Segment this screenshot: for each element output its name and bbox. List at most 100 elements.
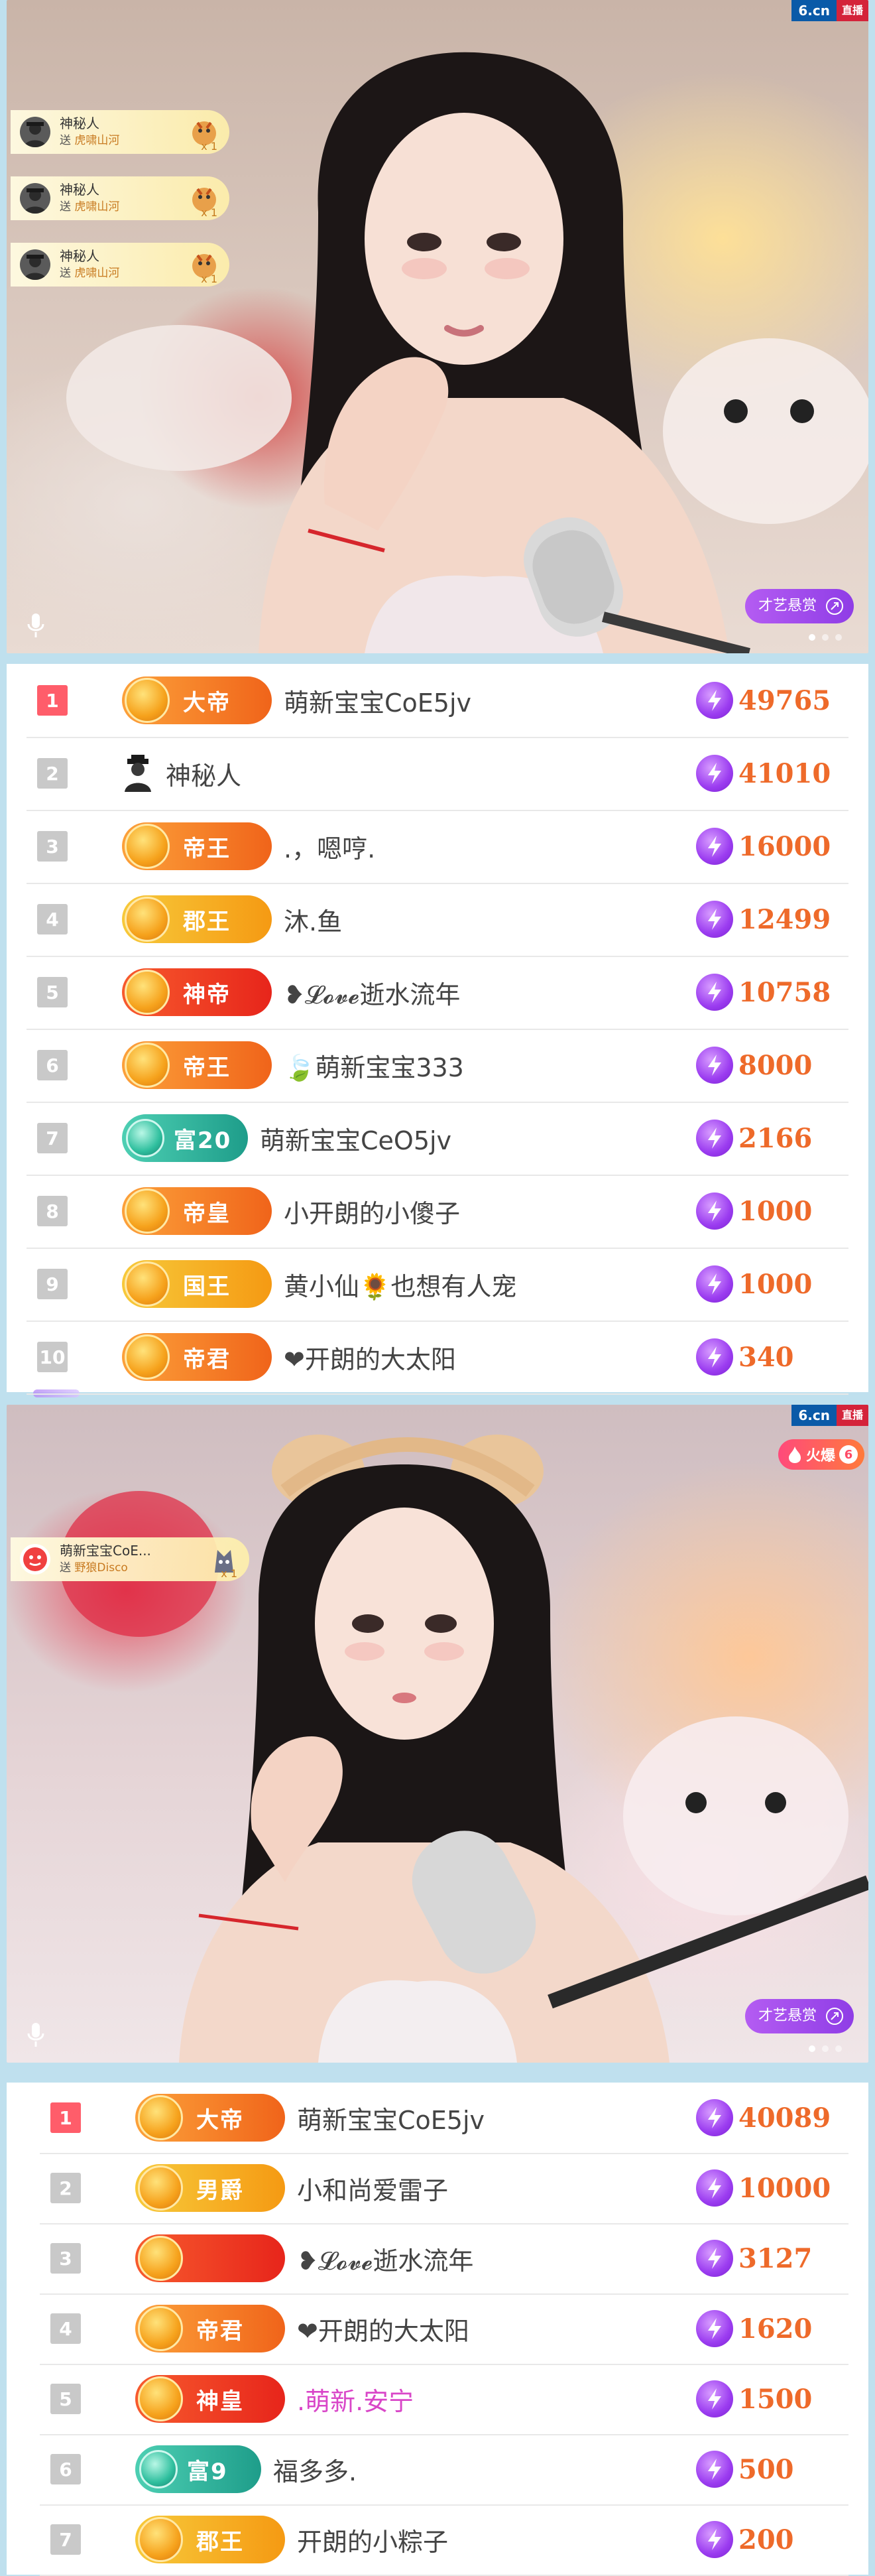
user-name[interactable]: 神秘人 bbox=[166, 755, 696, 792]
contribution-score: 2166 bbox=[696, 1120, 848, 1157]
gift-sender: 萌新宝宝CoE... bbox=[60, 1543, 151, 1559]
lightning-icon bbox=[696, 1047, 733, 1084]
score-value: 40089 bbox=[738, 2102, 831, 2134]
lightning-icon bbox=[696, 1338, 733, 1376]
ranking-row[interactable]: 6 富9 福多多. 500 bbox=[40, 2434, 848, 2506]
ranking-row[interactable]: 2 男爵 小和尚爱雷子 10000 bbox=[40, 2153, 848, 2224]
noble-title-badge: 神皇 bbox=[135, 2375, 285, 2423]
ranking-row[interactable]: 7 富20 萌新宝宝CeO5jv 2166 bbox=[27, 1102, 848, 1176]
carousel-dot[interactable] bbox=[835, 2045, 842, 2052]
user-name[interactable]: 沐.鱼 bbox=[284, 901, 696, 938]
ranking-row[interactable]: 2 神秘人 41010 bbox=[27, 737, 848, 811]
user-name[interactable]: 小开朗的小傻子 bbox=[284, 1193, 696, 1230]
user-name[interactable]: 黄小仙🌻也想有人宠 bbox=[284, 1266, 696, 1303]
noble-title-label: 国王 bbox=[183, 1273, 231, 1300]
rank-emblem-icon bbox=[138, 2165, 183, 2211]
score-value: 1000 bbox=[738, 1195, 813, 1227]
microphone-icon[interactable] bbox=[25, 2022, 46, 2048]
gift-action: 送 bbox=[60, 1561, 71, 1575]
logo-tag: 直播 bbox=[836, 0, 868, 21]
stream-video-1[interactable]: 6.cn 直播 神秘人 送 虎啸山河 x 1 神秘人 送 虎啸山河 x 1 神秘… bbox=[7, 0, 868, 653]
noble-title-badge: 富20 bbox=[122, 1114, 248, 1162]
score-value: 10000 bbox=[738, 2172, 831, 2204]
user-avatar-icon bbox=[20, 1544, 50, 1575]
lightning-icon bbox=[696, 2380, 733, 2417]
carousel-dot[interactable] bbox=[822, 2045, 829, 2052]
rank-number: 7 bbox=[50, 2524, 81, 2555]
ranking-row[interactable]: 3 帝王 .，嗯哼. 16000 bbox=[27, 810, 848, 884]
ranking-row[interactable]: 4 帝君 ❤开朗的大太阳 1620 bbox=[40, 2293, 848, 2365]
carousel-dot[interactable] bbox=[809, 634, 815, 641]
noble-title-label: 男爵 bbox=[196, 2177, 244, 2204]
ranking-row[interactable]: 8 帝皇 小开朗的小傻子 1000 bbox=[27, 1175, 848, 1249]
gift-name: 虎啸山河 bbox=[74, 267, 120, 280]
user-name[interactable]: .，嗯哼. bbox=[284, 828, 696, 865]
noble-title-badge: 大帝 bbox=[122, 676, 272, 724]
gift-action: 送 bbox=[60, 267, 71, 280]
logo-brand: 6.cn bbox=[791, 1405, 837, 1426]
rank-emblem-icon bbox=[125, 678, 170, 723]
carousel-dot[interactable] bbox=[809, 2045, 815, 2052]
ranking-row[interactable]: 9 国王 黄小仙🌻也想有人宠 1000 bbox=[27, 1248, 848, 1322]
lightning-icon bbox=[696, 901, 733, 938]
contribution-score: 200 bbox=[696, 2521, 848, 2558]
expand-icon bbox=[826, 598, 843, 615]
mystery-user-icon bbox=[125, 755, 151, 792]
user-name[interactable]: 开朗的小粽子 bbox=[297, 2522, 696, 2558]
noble-title-badge: 郡王 bbox=[122, 895, 272, 943]
gift-notice: 神秘人 送 虎啸山河 x 1 bbox=[11, 243, 229, 287]
rank-number: 2 bbox=[37, 758, 68, 789]
gift-sender: 神秘人 bbox=[60, 115, 99, 131]
ranking-row[interactable]: 3 ❥𝓛𝓸𝓿𝓮逝水流年 3127 bbox=[40, 2223, 848, 2295]
site-logo[interactable]: 6.cn 直播 bbox=[791, 1405, 868, 1426]
flame-icon bbox=[788, 1447, 801, 1463]
lightning-icon bbox=[696, 2310, 733, 2347]
contribution-score: 12499 bbox=[696, 901, 848, 938]
rank-number: 8 bbox=[37, 1196, 68, 1226]
score-value: 8000 bbox=[738, 1049, 813, 1081]
ranking-row[interactable]: 10 帝君 ❤开朗的大太阳 340 bbox=[27, 1320, 848, 1395]
site-logo[interactable]: 6.cn 直播 bbox=[791, 0, 868, 21]
noble-title-label: 神皇 bbox=[196, 2388, 244, 2415]
score-value: 10758 bbox=[738, 976, 831, 1008]
ranking-row[interactable]: 6 帝王 🍃萌新宝宝333 8000 bbox=[27, 1029, 848, 1103]
contribution-score: 3127 bbox=[696, 2240, 848, 2277]
user-name[interactable]: 🍃萌新宝宝333 bbox=[284, 1047, 696, 1084]
user-name[interactable]: .萌新.安宁 bbox=[297, 2381, 696, 2417]
ranking-row[interactable]: 1 大帝 萌新宝宝CoE5jv 40089 bbox=[40, 2083, 848, 2154]
user-name[interactable]: 萌新宝宝CoE5jv bbox=[297, 2100, 696, 2136]
talent-reward-button[interactable]: 才艺悬赏 bbox=[744, 1999, 854, 2033]
carousel-dot[interactable] bbox=[835, 634, 842, 641]
user-name[interactable]: ❥𝓛𝓸𝓿𝓮逝水流年 bbox=[297, 2240, 696, 2277]
rank-emblem-icon bbox=[125, 1189, 170, 1234]
user-name[interactable]: 萌新宝宝CeO5jv bbox=[260, 1120, 696, 1157]
score-value: 3127 bbox=[738, 2242, 813, 2274]
noble-title-label: 帝君 bbox=[196, 2317, 244, 2345]
score-value: 49765 bbox=[738, 684, 831, 716]
ranking-row[interactable]: 7 郡王 开朗的小粽子 200 bbox=[40, 2504, 848, 2576]
user-name[interactable]: ❤开朗的大太阳 bbox=[284, 1339, 696, 1376]
lightning-icon bbox=[696, 974, 733, 1011]
ranking-row[interactable]: 1 大帝 萌新宝宝CoE5jv 49765 bbox=[27, 664, 848, 738]
ranking-row[interactable]: 5 神帝 ❥𝓛𝓸𝓿𝓮逝水流年 10758 bbox=[27, 956, 848, 1030]
user-name[interactable]: ❤开朗的大太阳 bbox=[297, 2311, 696, 2347]
noble-title-badge bbox=[135, 2234, 285, 2282]
noble-title-label: 帝君 bbox=[183, 1346, 231, 1373]
ranking-row[interactable]: 5 神皇 .萌新.安宁 1500 bbox=[40, 2364, 848, 2435]
user-name[interactable]: ❥𝓛𝓸𝓿𝓮逝水流年 bbox=[284, 974, 696, 1011]
noble-title-badge: 帝皇 bbox=[122, 1187, 272, 1235]
stream-video-2[interactable]: 6.cn 直播 火爆 6 萌新宝宝CoE... 送 野狼Disco x 1 才艺… bbox=[7, 1405, 868, 2063]
lightning-icon bbox=[696, 1265, 733, 1303]
microphone-icon[interactable] bbox=[25, 612, 46, 639]
rank-emblem-icon bbox=[125, 970, 170, 1015]
user-name[interactable]: 萌新宝宝CoE5jv bbox=[284, 682, 696, 719]
carousel-dot[interactable] bbox=[822, 634, 829, 641]
lightning-icon bbox=[696, 1120, 733, 1157]
gift-notice: 萌新宝宝CoE... 送 野狼Disco x 1 bbox=[11, 1537, 249, 1581]
contribution-ranking-2: 1 大帝 萌新宝宝CoE5jv 40089 2 男爵 小和尚爱雷子 10000 3 ❥𝓛𝓸𝓿𝓮逝水… bbox=[7, 2083, 868, 2576]
talent-reward-button[interactable]: 才艺悬赏 bbox=[744, 589, 854, 623]
score-value: 1500 bbox=[738, 2383, 813, 2415]
ranking-row[interactable]: 4 郡王 沐.鱼 12499 bbox=[27, 883, 848, 957]
user-name[interactable]: 小和尚爱雷子 bbox=[297, 2170, 696, 2207]
user-name[interactable]: 福多多. bbox=[273, 2451, 696, 2488]
